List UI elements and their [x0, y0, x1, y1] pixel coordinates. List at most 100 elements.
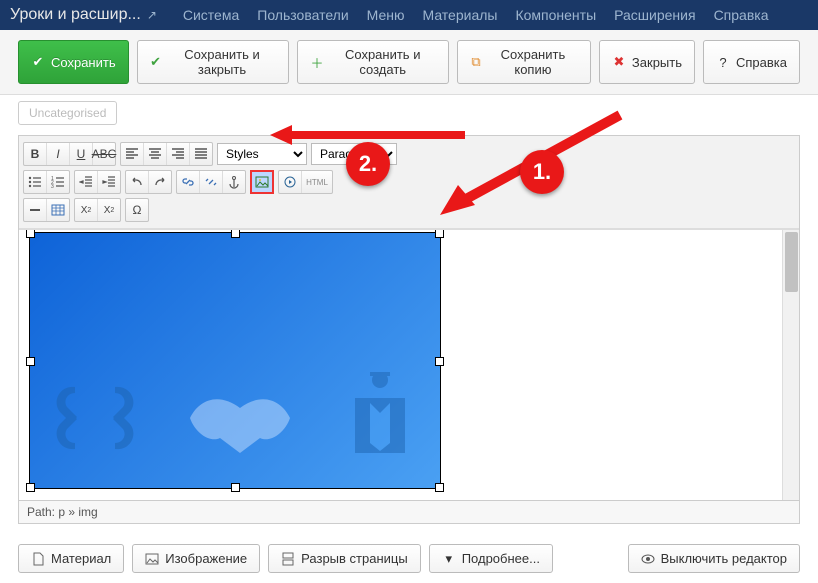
- menu-content[interactable]: Материалы: [423, 7, 498, 23]
- unlink-icon: [204, 175, 218, 189]
- ul-icon: [28, 175, 42, 189]
- align-left-button[interactable]: [121, 143, 144, 165]
- format-select[interactable]: Paragraph: [311, 143, 397, 165]
- hr-icon: [28, 203, 42, 217]
- pagebreak-label: Разрыв страницы: [301, 551, 408, 566]
- help-label: Справка: [736, 55, 787, 70]
- chevron-down-icon: ▾: [442, 552, 456, 566]
- strike-button[interactable]: ABC: [93, 143, 115, 165]
- close-label: Закрыть: [632, 55, 682, 70]
- external-link-icon[interactable]: ↗: [147, 8, 157, 22]
- media-button[interactable]: [279, 171, 302, 193]
- save-button[interactable]: ✔ Сохранить: [18, 40, 129, 84]
- check-icon: ✔: [150, 55, 162, 69]
- resize-handle-br[interactable]: [435, 483, 444, 492]
- readmore-button[interactable]: ▾ Подробнее...: [429, 544, 553, 573]
- page-title: Уроки и расшир... ↗: [10, 6, 157, 24]
- number-list-button[interactable]: 123: [47, 171, 69, 193]
- bottom-toolbar: Материал Изображение Разрыв страницы ▾ П…: [0, 534, 818, 583]
- align-center-button[interactable]: [144, 143, 167, 165]
- hr-button[interactable]: [24, 199, 47, 221]
- unlink-button[interactable]: [200, 171, 223, 193]
- image-icon: [255, 175, 269, 189]
- anchor-button[interactable]: [223, 171, 245, 193]
- handshake-icon: [180, 368, 300, 468]
- help-button[interactable]: ? Справка: [703, 40, 800, 84]
- align-justify-icon: [194, 147, 208, 161]
- styles-select-wrap: Styles: [217, 143, 307, 165]
- save-label: Сохранить: [51, 55, 116, 70]
- pagebreak-button[interactable]: Разрыв страницы: [268, 544, 421, 573]
- html-button[interactable]: HTML: [302, 171, 332, 193]
- resize-handle-bl[interactable]: [26, 483, 35, 492]
- close-icon: ✖: [612, 55, 626, 69]
- plus-icon: ＋: [310, 55, 323, 69]
- save-copy-label: Сохранить копию: [488, 47, 578, 77]
- save-close-label: Сохранить и закрыть: [168, 47, 277, 77]
- admin-top-menu: Уроки и расшир... ↗ Система Пользователи…: [0, 0, 818, 30]
- eye-icon: [641, 552, 655, 566]
- format-select-wrap: Paragraph: [311, 143, 397, 165]
- bold-button[interactable]: B: [24, 143, 47, 165]
- subscript-button[interactable]: X2: [75, 199, 98, 221]
- save-copy-button[interactable]: ⧉ Сохранить копию: [457, 40, 591, 84]
- menu-system[interactable]: Система: [183, 7, 239, 23]
- align-right-button[interactable]: [167, 143, 190, 165]
- toggle-editor-label: Выключить редактор: [661, 551, 787, 566]
- bullet-list-button[interactable]: [24, 171, 47, 193]
- resize-handle-tm[interactable]: [231, 230, 240, 238]
- link-icon: [181, 175, 195, 189]
- resize-handle-mr[interactable]: [435, 357, 444, 366]
- undo-icon: [130, 175, 144, 189]
- menu-extensions[interactable]: Расширения: [614, 7, 695, 23]
- editor-canvas[interactable]: [19, 229, 799, 500]
- svg-text:3: 3: [51, 184, 54, 189]
- link-button[interactable]: [177, 171, 200, 193]
- redo-icon: [153, 175, 167, 189]
- toggle-editor-button[interactable]: Выключить редактор: [628, 544, 800, 573]
- menu-users[interactable]: Пользователи: [257, 7, 348, 23]
- save-new-label: Сохранить и создать: [329, 47, 436, 77]
- outdent-icon: [79, 175, 93, 189]
- pagebreak-icon: [281, 552, 295, 566]
- align-justify-button[interactable]: [190, 143, 212, 165]
- menu-menu[interactable]: Меню: [367, 7, 405, 23]
- special-char-button[interactable]: Ω: [126, 199, 148, 221]
- save-new-button[interactable]: ＋ Сохранить и создать: [297, 40, 449, 84]
- styles-select[interactable]: Styles: [217, 143, 307, 165]
- align-left-icon: [125, 147, 139, 161]
- article-label: Материал: [51, 551, 111, 566]
- insert-image-button[interactable]: [251, 171, 273, 193]
- editor-scrollbar[interactable]: [782, 230, 799, 500]
- undo-button[interactable]: [126, 171, 149, 193]
- close-button[interactable]: ✖ Закрыть: [599, 40, 695, 84]
- readmore-label: Подробнее...: [462, 551, 540, 566]
- underline-button[interactable]: U: [70, 143, 93, 165]
- indent-button[interactable]: [98, 171, 120, 193]
- copy-icon: ⧉: [470, 55, 482, 69]
- resize-handle-ml[interactable]: [26, 357, 35, 366]
- align-right-icon: [171, 147, 185, 161]
- tuxedo-icon: [340, 368, 420, 468]
- ol-icon: 123: [51, 175, 65, 189]
- menu-help[interactable]: Справка: [714, 7, 769, 23]
- table-button[interactable]: [47, 199, 69, 221]
- category-tag[interactable]: Uncategorised: [18, 101, 117, 125]
- selected-image[interactable]: [29, 232, 441, 489]
- article-button[interactable]: Материал: [18, 544, 124, 573]
- superscript-button[interactable]: X2: [98, 199, 120, 221]
- editor-path: Path: p » img: [19, 500, 799, 523]
- joomla-logo-icon: [50, 373, 140, 463]
- image-button[interactable]: Изображение: [132, 544, 260, 573]
- save-close-button[interactable]: ✔ Сохранить и закрыть: [137, 40, 290, 84]
- menu-components[interactable]: Компоненты: [515, 7, 596, 23]
- resize-handle-bm[interactable]: [231, 483, 240, 492]
- italic-button[interactable]: I: [47, 143, 70, 165]
- redo-button[interactable]: [149, 171, 171, 193]
- resize-handle-tr[interactable]: [435, 230, 444, 238]
- editor-toolbar: B I U ABC Styles Paragr: [19, 136, 799, 229]
- outdent-button[interactable]: [75, 171, 98, 193]
- resize-handle-tl[interactable]: [26, 230, 35, 238]
- scrollbar-thumb[interactable]: [785, 232, 798, 292]
- anchor-icon: [227, 175, 241, 189]
